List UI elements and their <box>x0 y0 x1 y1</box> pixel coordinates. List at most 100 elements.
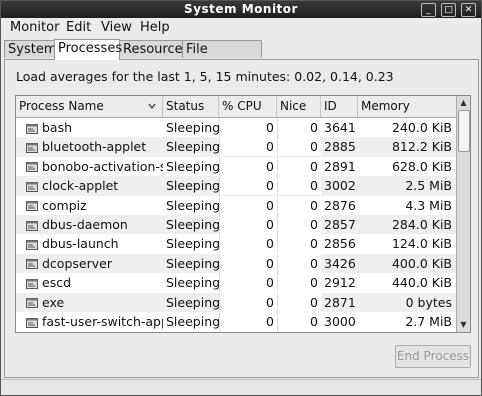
id-cell: 2891 <box>324 158 356 174</box>
table-row[interactable]: bonobo-activation-se Sleeping 0 0 2891 628.0 … <box>16 156 456 176</box>
minimize-button[interactable]: _ <box>421 3 436 17</box>
cpu-cell: 0 <box>219 273 277 293</box>
memory-cell: 124.0 KiB <box>391 236 452 252</box>
process-name-cell: fast-user-switch-app <box>16 312 163 331</box>
process-name-text: bluetooth-applet <box>42 139 147 155</box>
menu-view[interactable]: View <box>101 20 132 35</box>
process-name-text: dbus-daemon <box>42 217 128 232</box>
table-row[interactable]: escd Sleeping 0 0 2912 440.0 KiB <box>16 273 456 293</box>
process-name-cell: compiz <box>16 196 163 215</box>
menu-help[interactable]: Help <box>140 20 170 35</box>
title-bar[interactable]: System Monitor _ □ ✕ <box>1 1 481 18</box>
scroll-up-arrow-icon[interactable]: ▲ <box>458 97 469 108</box>
scrollbar-thumb[interactable] <box>458 110 470 152</box>
id-cell: 2856 <box>324 236 356 252</box>
col-memory[interactable]: Memory <box>358 96 456 117</box>
process-table: Process Name Status % CPU Nice ID Memory… <box>15 95 471 333</box>
process-icon <box>26 181 38 192</box>
tab-bar: System Processes Resources File Systems <box>1 39 481 75</box>
chevron-down-icon <box>148 103 156 109</box>
status-cell: Sleeping <box>166 178 219 194</box>
vertical-scrollbar[interactable]: ▲ ▼ <box>456 96 470 332</box>
col-nice[interactable]: Nice <box>277 96 321 117</box>
processes-panel: Load averages for the last 1, 5, 15 minu… <box>4 59 479 378</box>
memory-cell: 400.0 KiB <box>391 255 452 271</box>
table-row[interactable]: exe Sleeping 0 0 2871 0 bytes <box>16 292 456 312</box>
process-icon <box>26 278 38 289</box>
status-cell: Sleeping <box>166 275 219 291</box>
load-averages-text: Load averages for the last 1, 5, 15 minu… <box>16 69 394 84</box>
nice-cell: 0 <box>277 215 321 234</box>
process-icon <box>26 201 38 212</box>
table-row[interactable]: bash Sleeping 0 0 3641 240.0 KiB <box>16 118 456 137</box>
tab-system[interactable]: System <box>4 40 56 58</box>
menu-edit[interactable]: Edit <box>66 20 91 35</box>
tab-resources[interactable]: Resources <box>119 40 189 58</box>
memory-cell: 2.7 MiB <box>405 314 452 329</box>
memory-cell: 628.0 KiB <box>391 158 452 174</box>
close-button[interactable]: ✕ <box>461 3 476 17</box>
cpu-cell: 0 <box>219 292 277 312</box>
nice-cell: 0 <box>277 176 321 196</box>
nice-cell: 0 <box>277 137 321 157</box>
process-name-text: bonobo-activation-se <box>42 158 163 174</box>
cpu-cell: 0 <box>219 253 277 273</box>
table-row[interactable]: compiz Sleeping 0 0 2876 4.3 MiB <box>16 195 456 215</box>
id-cell: 3426 <box>324 255 356 271</box>
process-icon <box>26 239 38 250</box>
process-name-cell: bluetooth-applet <box>16 137 163 156</box>
col-id[interactable]: ID <box>321 96 358 117</box>
process-icon <box>26 298 38 309</box>
menu-bar: Monitor Edit View Help <box>1 18 481 38</box>
window-title: System Monitor <box>184 2 298 16</box>
col-status[interactable]: Status <box>163 96 219 117</box>
maximize-button[interactable]: □ <box>441 3 456 17</box>
id-cell: 2912 <box>324 275 356 291</box>
process-name-text: compiz <box>42 197 87 213</box>
id-cell: 3002 <box>324 178 356 194</box>
table-row[interactable]: clock-applet Sleeping 0 0 3002 2.5 MiB <box>16 176 456 196</box>
process-name-text: exe <box>42 294 65 310</box>
nice-cell: 0 <box>277 195 321 215</box>
nice-cell: 0 <box>277 253 321 273</box>
process-name-cell: dcopserver <box>16 254 163 273</box>
cpu-cell: 0 <box>219 234 277 254</box>
table-row[interactable]: dbus-launch Sleeping 0 0 2856 124.0 KiB <box>16 234 456 254</box>
process-name-cell: bonobo-activation-se <box>16 157 163 176</box>
memory-cell: 240.0 KiB <box>391 120 452 135</box>
tab-processes[interactable]: Processes <box>54 39 122 60</box>
table-header: Process Name Status % CPU Nice ID Memory <box>16 96 456 118</box>
process-name-text: escd <box>42 275 72 291</box>
cpu-cell: 0 <box>219 176 277 196</box>
scroll-down-arrow-icon[interactable]: ▼ <box>458 319 469 330</box>
id-cell: 2876 <box>324 197 356 213</box>
memory-cell: 4.3 MiB <box>405 197 452 213</box>
status-cell: Sleeping <box>166 314 219 329</box>
col-cpu[interactable]: % CPU <box>219 96 277 117</box>
status-cell: Sleeping <box>166 294 219 310</box>
status-cell: Sleeping <box>166 120 219 135</box>
nice-cell: 0 <box>277 273 321 293</box>
table-row[interactable]: fast-user-switch-app Sleeping 0 0 3000 2.7 Mi… <box>16 312 456 331</box>
nice-cell: 0 <box>277 118 321 137</box>
cpu-cell: 0 <box>219 137 277 157</box>
status-cell: Sleeping <box>166 197 219 213</box>
table-row[interactable]: bluetooth-applet Sleeping 0 0 2885 812.2 KiB <box>16 137 456 157</box>
process-name-cell: exe <box>16 293 163 312</box>
memory-cell: 284.0 KiB <box>391 217 452 232</box>
tab-file-systems[interactable]: File Systems <box>182 40 262 75</box>
cpu-cell: 0 <box>219 156 277 176</box>
table-row[interactable]: dbus-daemon Sleeping 0 0 2857 284.0 KiB <box>16 215 456 235</box>
status-cell: Sleeping <box>166 139 219 155</box>
table-row[interactable]: dcopserver Sleeping 0 0 3426 400.0 KiB <box>16 253 456 274</box>
status-cell: Sleeping <box>166 236 219 252</box>
process-name-text: bash <box>42 120 73 135</box>
status-cell: Sleeping <box>166 255 219 271</box>
col-process-name[interactable]: Process Name <box>16 96 163 117</box>
end-process-button[interactable]: End Process <box>395 345 471 368</box>
system-monitor-window: System Monitor _ □ ✕ Monitor Edit View H… <box>0 0 482 396</box>
nice-cell: 0 <box>277 292 321 312</box>
cpu-cell: 0 <box>219 195 277 215</box>
col-process-name-label: Process Name <box>19 99 104 113</box>
menu-monitor[interactable]: Monitor <box>10 20 59 35</box>
